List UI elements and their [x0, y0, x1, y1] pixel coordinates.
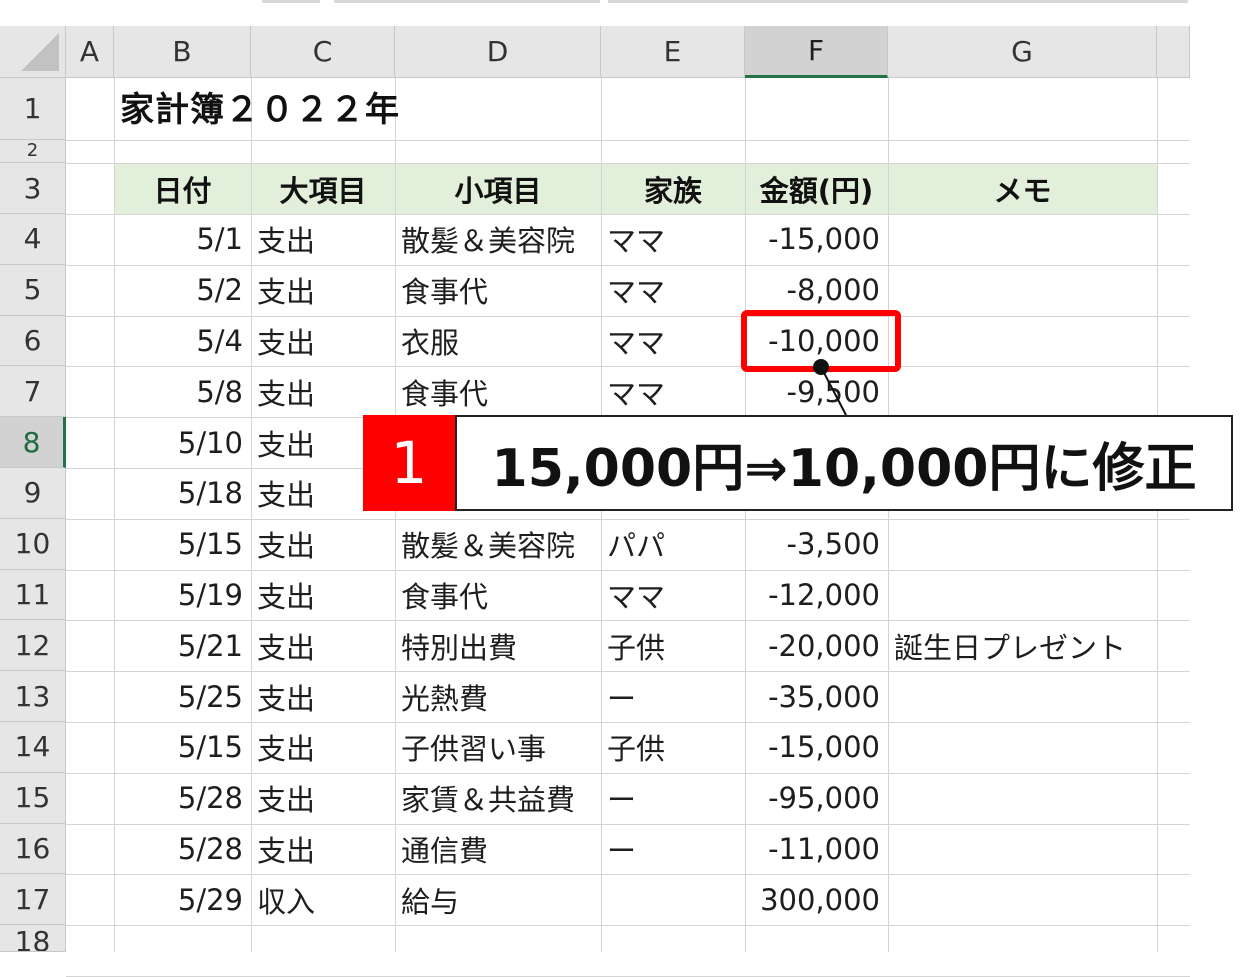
- callout-step-number: 1: [363, 415, 455, 511]
- spreadsheet[interactable]: ABCDEFG 1 2 3 4 5 6 7 8 9 10 11 12 13 14 15 16 17 18 日付 大項…: [0, 0, 1240, 977]
- callout-annotation: 15,000円⇒10,000円に修正: [455, 415, 1233, 511]
